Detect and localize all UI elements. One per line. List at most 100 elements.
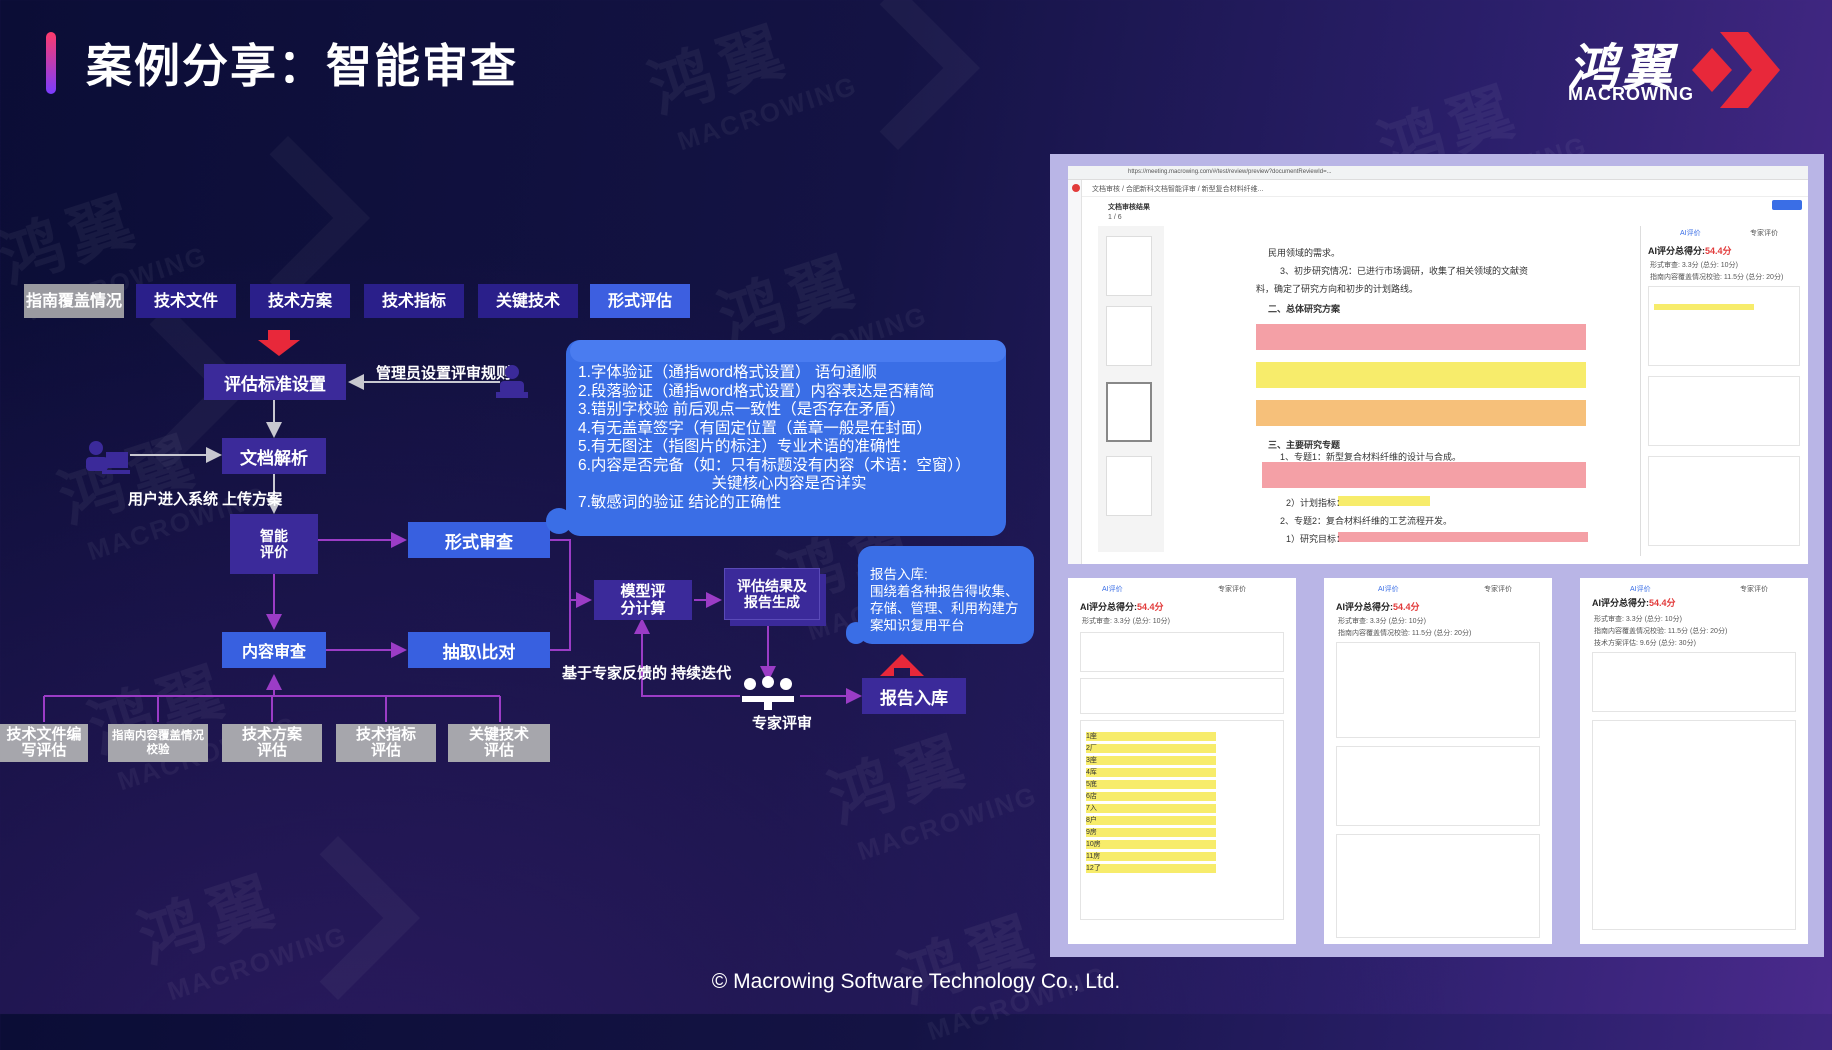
logo-subtext: MACROWING <box>1568 84 1694 104</box>
user-computer-icon <box>86 441 130 474</box>
doc-line: 2）计划指标： <box>1286 498 1346 508</box>
page-indicator: 1 / 6 <box>1108 214 1122 221</box>
score-detail-card <box>1592 652 1796 712</box>
tab-ai-eval[interactable]: AI评价 <box>1680 228 1701 238</box>
typo-item: 7入 <box>1086 804 1216 813</box>
result-report-box: 评估结果及报告生成 <box>724 568 820 620</box>
extract-compare-box: 抽取\比对 <box>408 632 550 668</box>
doc-review-title: 文档审核结果 <box>1108 204 1150 211</box>
smart-eval-box: 智能评价 <box>230 514 318 574</box>
score-detail-card <box>1080 678 1284 714</box>
highlight-red <box>1338 532 1588 542</box>
app-breadcrumb: 文档审核 / 合肥新科文档智能评审 / 新型复合材料纤维... <box>1092 186 1264 193</box>
rules-scroll-curl <box>546 508 572 534</box>
doc-line: 民用领域的需求。 <box>1268 248 1341 258</box>
ai-total-score: AI评分总得分:54.4分 <box>1080 602 1164 612</box>
score-detail-card <box>1592 720 1796 930</box>
score-item-form: 形式审查: 3.3分 (总分: 10分) <box>1594 616 1682 623</box>
score-item-form: 形式审查: 3.3分 (总分: 10分) <box>1082 618 1170 625</box>
bottom-item-key-tech: 关键技术评估 <box>448 724 550 762</box>
score-item-form: 形式审查: 3.3分 (总分: 10分) <box>1338 618 1426 625</box>
expert-review-label: 专家评审 <box>752 715 813 732</box>
rule-item: 关键核心内容是否详实 <box>578 475 867 492</box>
typo-item: 12了 <box>1086 864 1216 873</box>
highlight-yellow <box>1654 304 1754 310</box>
page-thumbnail[interactable] <box>1106 456 1152 516</box>
doc-parse-box: 文档解析 <box>222 438 326 474</box>
score-detail-card <box>1336 746 1540 826</box>
form-review-box: 形式审查 <box>408 522 550 558</box>
score-panel-screenshot-2: AI评价 专家评价 AI评分总得分:54.4分 形式审查: 3.3分 (总分: … <box>1324 578 1552 944</box>
score-panel-screenshot-1: AI评价 专家评价 AI评分总得分:54.4分 形式审查: 3.3分 (总分: … <box>1068 578 1296 944</box>
page-thumbnail[interactable] <box>1106 236 1152 296</box>
tab-expert-eval[interactable]: 专家评价 <box>1218 584 1246 594</box>
page-thumbnail[interactable] <box>1106 306 1152 366</box>
rule-item: 7.敏感词的验证 结论的正确性 <box>578 493 782 511</box>
typo-item: 3座 <box>1086 756 1216 765</box>
doc-line: 1、专题1：新型复合材料纤维的设计与合成。 <box>1280 452 1462 462</box>
tab-ai-eval[interactable]: AI评价 <box>1102 584 1123 594</box>
rules-list: 1.字体验证（通指word格式设置） 语句通顺 2.段落验证（通指word格式设… <box>578 364 998 512</box>
content-review-box: 内容审查 <box>222 632 326 668</box>
tab-ai-eval[interactable]: AI评价 <box>1630 584 1651 594</box>
admin-rule-label: 管理员设置评审规则 <box>376 365 512 382</box>
tab-expert-eval[interactable]: 专家评价 <box>1740 584 1768 594</box>
score-item-guide: 指南内容覆盖情况校验: 11.5分 (总分: 20分) <box>1338 630 1472 637</box>
score-detail-card <box>1336 642 1540 738</box>
tab-ai-eval[interactable]: AI评价 <box>1378 584 1399 594</box>
page-thumbnail[interactable] <box>1106 382 1152 442</box>
tab-expert-eval[interactable]: 专家评价 <box>1750 228 1778 238</box>
divider <box>1640 226 1641 556</box>
rule-item: 1.字体验证（通指word格式设置） 语句通顺 <box>578 364 877 381</box>
report-store-text: 报告入库: 围绕着各种报告得收集、 存储、管理、利用构建方 案知识复用平台 <box>870 567 1019 633</box>
score-detail-card <box>1648 286 1800 366</box>
typo-item: 1座 <box>1086 732 1216 741</box>
report-store-box: 报告入库 <box>862 678 966 714</box>
highlight-red <box>1256 324 1586 350</box>
typo-item: 9房 <box>1086 828 1216 837</box>
score-item-guide: 指南内容覆盖情况校验: 11.5分 (总分: 20分) <box>1594 628 1728 635</box>
rule-item: 2.段落验证（通指word格式设置）内容表达是否精简 <box>578 382 935 400</box>
score-detail-card <box>1080 632 1284 672</box>
typo-item: 8户 <box>1086 816 1216 825</box>
app-sidebar <box>1068 180 1082 564</box>
tab-expert-eval[interactable]: 专家评价 <box>1484 584 1512 594</box>
typo-item: 10房 <box>1086 840 1216 849</box>
feedback-iteration-label: 基于专家反馈的 持续迭代 <box>562 665 732 682</box>
score-item-tech: 技术方案评估: 9.6分 (总分: 30分) <box>1594 640 1696 647</box>
ai-total-score: AI评分总得分:54.4分 <box>1336 602 1420 612</box>
typo-item: 2厂 <box>1086 744 1216 753</box>
typo-item: 6店 <box>1086 792 1216 801</box>
doc-line: 2、专题2：复合材料纤维的工艺流程开发。 <box>1280 516 1453 526</box>
score-detail-card <box>1336 834 1540 938</box>
rule-item: 5.有无图注（指图片的标注）专业术语的准确性 <box>578 438 901 455</box>
rule-item: 3.错别字校验 前后观点一致性（是否存在矛盾） <box>578 401 906 418</box>
score-item-guide: 指南内容覆盖情况校验: 11.5分 (总分: 20分) <box>1650 274 1784 281</box>
typo-item: 4厍 <box>1086 768 1216 777</box>
highlight-yellow <box>1256 362 1586 388</box>
model-score-box: 模型评分计算 <box>594 580 692 620</box>
ai-total-score: AI评分总得分:54.4分 <box>1592 598 1676 608</box>
score-detail-card <box>1648 376 1800 446</box>
user-upload-label: 用户进入系统 上传方案 <box>128 491 283 508</box>
highlight-red <box>1262 462 1586 488</box>
report-bubble-curl <box>846 622 866 644</box>
doc-line: 二、总体研究方案 <box>1268 304 1341 314</box>
typo-list: 1座 2厂 3座 4厍 5底 6店 7入 8户 9房 10房 11房 12了 <box>1086 732 1216 912</box>
rule-item: 6.内容是否完备（如：只有标题没有内容（术语：空窗）） <box>578 456 971 474</box>
ai-total-score: AI评分总得分:54.4分 <box>1648 246 1732 256</box>
download-button[interactable] <box>1772 200 1802 210</box>
bottom-item-tech-plan: 技术方案评估 <box>222 724 322 762</box>
logo-chevron-icon <box>1692 32 1780 108</box>
score-panel-screenshot-3: AI评价 专家评价 AI评分总得分:54.4分 形式审查: 3.3分 (总分: … <box>1580 578 1808 944</box>
browser-url: https://meeting.macrowing.com/#/test/rev… <box>1128 169 1332 175</box>
score-item-form: 形式审查: 3.3分 (总分: 10分) <box>1650 262 1738 269</box>
score-detail-card <box>1648 456 1800 546</box>
doc-line: 料，确定了研究方向和初步的计划路线。 <box>1256 284 1419 294</box>
bottom-item-tech-file: 技术文件编写评估 <box>0 724 88 762</box>
criteria-setting-box: 评估标准设置 <box>204 364 346 400</box>
rules-scroll-top <box>570 340 1006 362</box>
rule-item: 4.有无盖章签字（有固定位置（盖章一般是在封面） <box>578 419 932 437</box>
doc-line: 1）研究目标： <box>1286 534 1346 544</box>
review-app-screenshot: https://meeting.macrowing.com/#/test/rev… <box>1068 166 1808 564</box>
